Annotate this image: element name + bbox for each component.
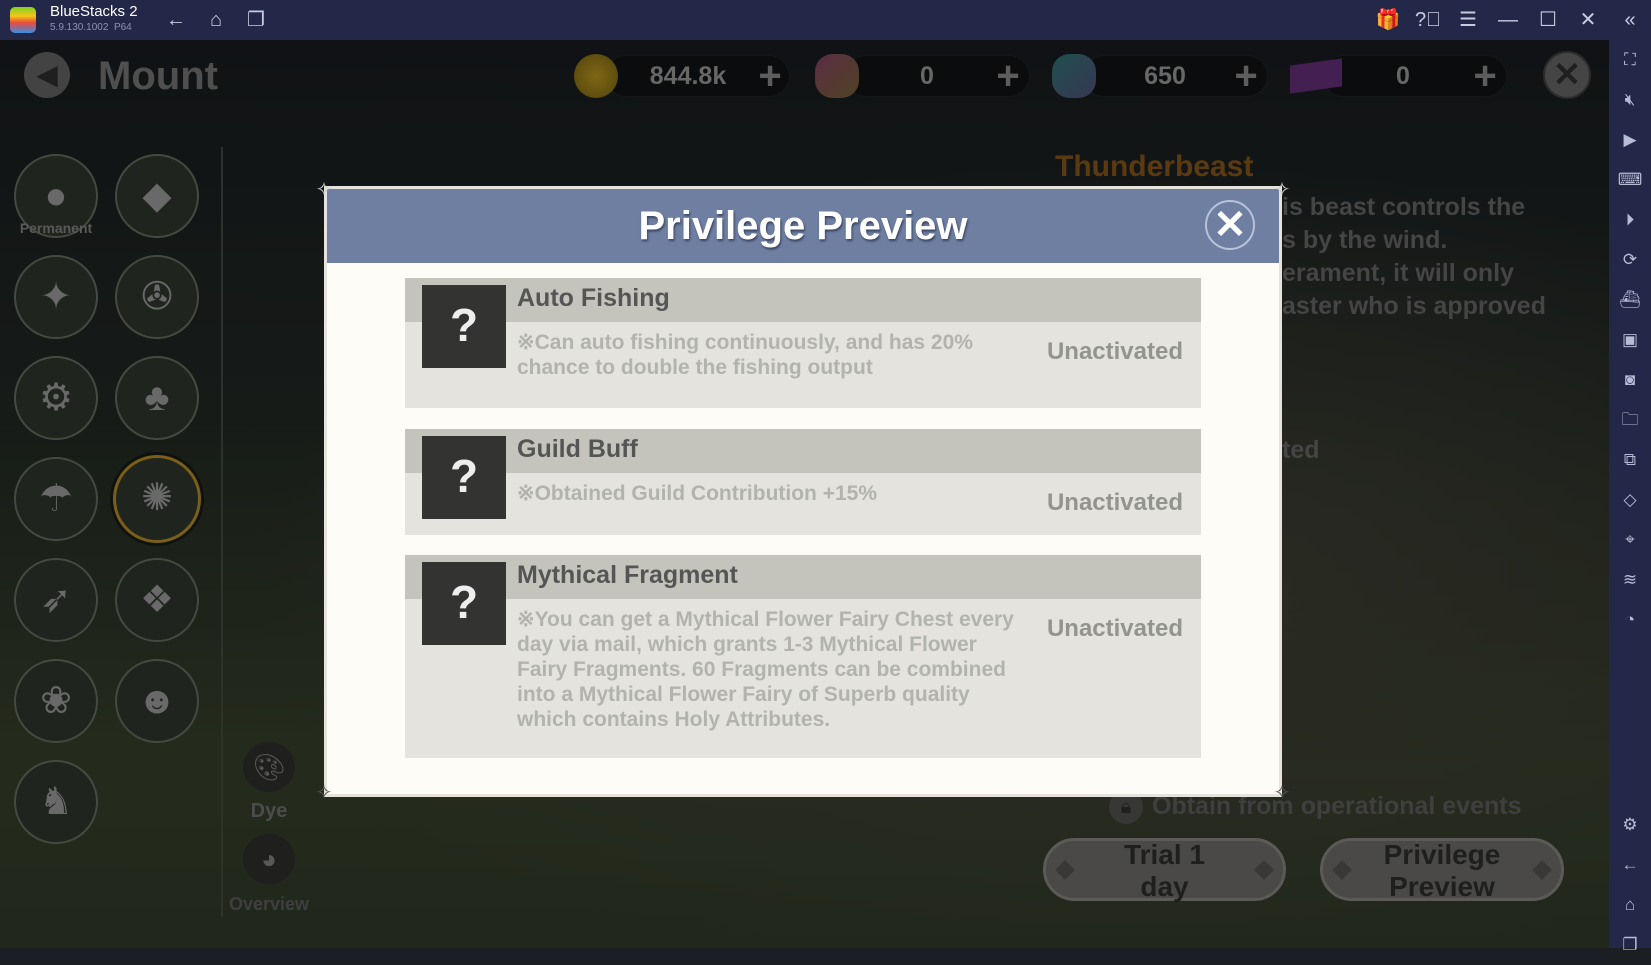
gift-icon[interactable]: 🎁 <box>1370 0 1406 40</box>
dialog-header: Privilege Preview ✕ <box>327 189 1279 263</box>
rotate-icon[interactable]: ⟳ <box>1609 240 1651 280</box>
android-back-icon[interactable]: ← <box>1609 845 1651 885</box>
privilege-name: Auto Fishing <box>517 284 670 312</box>
dialog-title: Privilege Preview <box>638 204 968 248</box>
apk-install-icon[interactable]: ▣ <box>1609 320 1651 360</box>
close-window-icon[interactable]: ✕ <box>1570 0 1606 40</box>
privilege-preview-dialog: Privilege Preview ✕ ✧ ✧ ✧ ✧ ? Auto Fishi… <box>316 179 1291 804</box>
privilege-status: Unactivated <box>1046 338 1183 365</box>
location-icon[interactable]: ⌖ <box>1609 520 1651 560</box>
privilege-description: ※Obtained Guild Contribution +15% <box>517 482 878 505</box>
collapse-sidebar-icon[interactable]: « <box>1612 0 1648 40</box>
privilege-row: ? Guild Buff ※Obtained Guild Contributio… <box>405 429 1201 535</box>
emulator-sidebar: ⛶ 🔇︎ ▶ ⌨ ⏵ ⟳ ⛴ ▣ ◙ 🗀 ⧉ ◇ ⌖ ≋ ◔ ⚙ ← ⌂ ❐ <box>1609 40 1651 954</box>
bluestacks-logo-icon <box>10 7 36 33</box>
privilege-description: ※Can auto fishing continuously, and has … <box>517 331 973 379</box>
unknown-privilege-icon: ? <box>422 436 506 519</box>
performance-icon[interactable]: ◔ <box>1609 600 1651 640</box>
android-home-icon[interactable]: ⌂ <box>1609 885 1651 925</box>
privilege-description: ※You can get a Mythical Flower Fairy Che… <box>517 608 1014 731</box>
corner-ornament-icon: ✧ <box>1273 782 1291 804</box>
fullscreen-icon[interactable]: ⛶ <box>1609 40 1651 80</box>
minimize-icon[interactable]: — <box>1490 0 1526 40</box>
multi-instance-icon[interactable]: ⧉ <box>1609 440 1651 480</box>
settings-icon[interactable]: ⚙ <box>1609 805 1651 845</box>
privilege-row: ? Auto Fishing ※Can auto fishing continu… <box>405 278 1201 408</box>
unknown-privilege-icon: ? <box>422 285 506 368</box>
help-icon[interactable]: ?⃝ <box>1410 0 1446 40</box>
keyboard-icon[interactable]: ⌨ <box>1609 160 1651 200</box>
corner-ornament-icon: ✧ <box>1273 179 1291 201</box>
macro-icon[interactable]: ⏵ <box>1609 200 1651 240</box>
privilege-status: Unactivated <box>1046 489 1183 516</box>
privilege-row: ? Mythical Fragment ※You can get a Mythi… <box>405 555 1201 758</box>
folder-icon[interactable]: 🗀 <box>1609 400 1651 440</box>
privilege-name: Mythical Fragment <box>517 561 738 589</box>
emulator-titlebar: BlueStacks 2 5.9.130.1002 P64 ← ⌂ ❐ 🎁 ?⃝… <box>0 0 1651 40</box>
corner-ornament-icon: ✧ <box>315 782 333 804</box>
home-icon[interactable]: ⌂ <box>198 0 234 40</box>
media-icon[interactable]: ▶ <box>1609 120 1651 160</box>
back-arrow-icon[interactable]: ← <box>158 0 194 40</box>
screenshot-icon[interactable]: ◙ <box>1609 360 1651 400</box>
corner-ornament-icon: ✧ <box>315 179 333 201</box>
volume-mute-icon[interactable]: 🔇︎ <box>1609 80 1651 120</box>
privilege-status: Unactivated <box>1046 615 1183 642</box>
app-name: BlueStacks 2 <box>50 3 138 20</box>
layers-icon[interactable]: ≋ <box>1609 560 1651 600</box>
privilege-name: Guild Buff <box>517 435 638 463</box>
menu-icon[interactable]: ☰ <box>1450 0 1486 40</box>
unknown-privilege-icon: ? <box>422 562 506 645</box>
maximize-icon[interactable]: ☐ <box>1530 0 1566 40</box>
app-version: 5.9.130.1002 P64 <box>50 22 132 33</box>
recent-apps-icon[interactable]: ❐ <box>238 0 274 40</box>
android-recents-icon[interactable]: ❐ <box>1609 925 1651 965</box>
eco-mode-icon[interactable]: ⛴ <box>1609 280 1651 320</box>
close-dialog-button[interactable]: ✕ <box>1205 200 1255 250</box>
erase-icon[interactable]: ◇ <box>1609 480 1651 520</box>
